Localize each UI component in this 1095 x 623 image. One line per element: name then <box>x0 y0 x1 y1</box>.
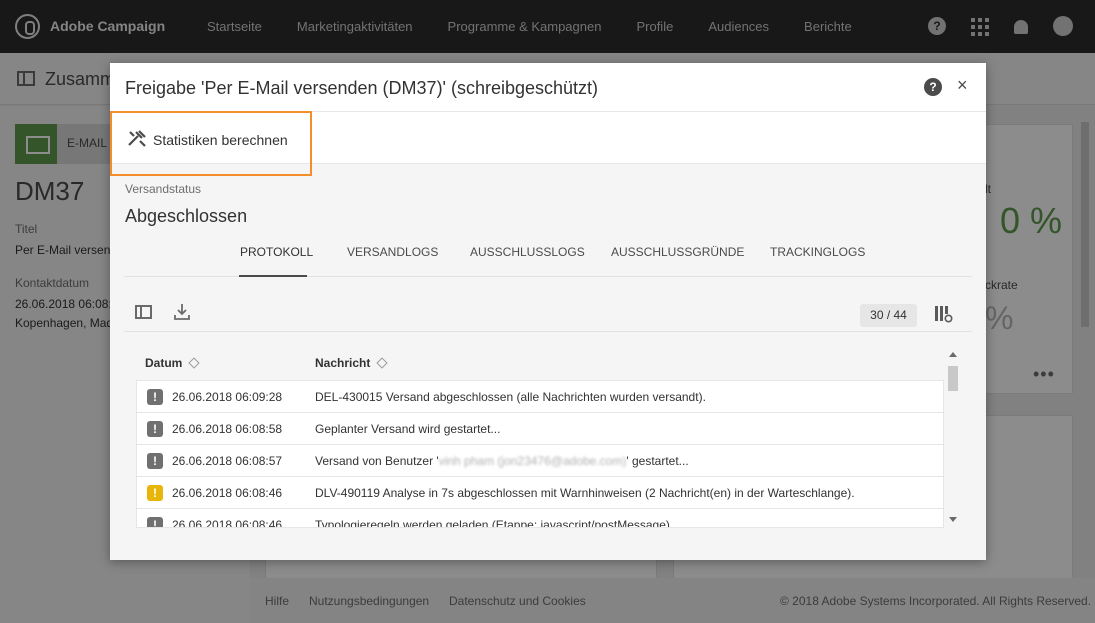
help-icon[interactable]: ? <box>924 78 942 96</box>
table-row[interactable]: ! 26.06.2018 06:09:28 DEL-430015 Versand… <box>137 381 943 413</box>
download-icon[interactable] <box>174 303 190 321</box>
message-suffix: ' gestartet... <box>626 454 689 468</box>
row-date: 26.06.2018 06:08:58 <box>172 422 283 436</box>
list-separator <box>124 331 972 332</box>
row-message: Geplanter Versand wird gestartet... <box>315 422 501 436</box>
tab-protokoll[interactable]: PROTOKOLL <box>240 245 313 259</box>
record-count-badge: 30 / 44 <box>860 304 917 327</box>
table-row[interactable]: ! 26.06.2018 06:08:58 Geplanter Versand … <box>137 413 943 445</box>
info-exclamation-icon: ! <box>147 453 163 469</box>
dialog-title: Freigabe 'Per E-Mail versenden (DM37)' (… <box>125 78 599 98</box>
column-header-message-label: Nachricht <box>315 356 371 370</box>
delivery-status-label: Versandstatus <box>125 182 202 196</box>
tab-ausschlusslogs[interactable]: AUSSCHLUSSLOGS <box>470 245 585 259</box>
column-header-date[interactable]: Datum <box>145 356 201 370</box>
column-header-date-label: Datum <box>145 356 183 370</box>
info-exclamation-icon: ! <box>147 421 163 437</box>
message-prefix: Versand von Benutzer ' <box>315 454 439 468</box>
dialog-header: Freigabe 'Per E-Mail versenden (DM37)' (… <box>110 63 986 112</box>
table-row[interactable]: ! 26.06.2018 06:08:46 DLV-490119 Analyse… <box>137 477 943 509</box>
redacted-user: vinh pham (jon23476@adobe.com) <box>438 454 627 468</box>
scroll-thumb[interactable] <box>948 366 958 391</box>
row-date: 26.06.2018 06:08:46 <box>172 486 283 500</box>
scroll-up-icon[interactable] <box>949 352 957 357</box>
row-message: Versand von Benutzer 'vinh pham (jon2347… <box>315 454 689 468</box>
scroll-down-icon[interactable] <box>949 517 957 522</box>
sort-icon <box>188 357 201 369</box>
close-icon[interactable]: × <box>957 75 968 96</box>
column-header-message[interactable]: Nachricht <box>315 356 389 370</box>
column-settings-icon[interactable] <box>934 305 953 323</box>
info-exclamation-icon: ! <box>147 517 163 527</box>
layout-toggle-icon[interactable] <box>135 305 152 319</box>
active-tab-indicator <box>239 275 307 277</box>
approval-dialog: Freigabe 'Per E-Mail versenden (DM37)' (… <box>110 63 986 560</box>
table-row[interactable]: ! 26.06.2018 06:08:46 Typologieregeln we… <box>137 509 943 528</box>
compute-statistics-button[interactable]: Statistiken berechnen <box>110 111 312 176</box>
warning-exclamation-icon: ! <box>147 485 163 501</box>
sort-icon <box>376 357 389 369</box>
row-date: 26.06.2018 06:08:46 <box>172 518 283 528</box>
table-scrollbar[interactable] <box>946 350 960 527</box>
tab-ausschlussgruende[interactable]: AUSSCHLUSSGRÜNDE <box>611 245 744 259</box>
compute-tools-icon <box>128 130 146 147</box>
log-table: ! 26.06.2018 06:09:28 DEL-430015 Versand… <box>136 380 944 528</box>
tab-trackinglogs[interactable]: TRACKINGLOGS <box>770 245 865 259</box>
row-message: DEL-430015 Versand abgeschlossen (alle N… <box>315 390 706 404</box>
table-row[interactable]: ! 26.06.2018 06:08:57 Versand von Benutz… <box>137 445 943 477</box>
compute-statistics-label: Statistiken berechnen <box>153 132 288 148</box>
row-date: 26.06.2018 06:09:28 <box>172 390 283 404</box>
row-message: Typologieregeln werden geladen (Etappe: … <box>315 518 680 528</box>
row-date: 26.06.2018 06:08:57 <box>172 454 283 468</box>
log-tabs: PROTOKOLL VERSANDLOGS AUSSCHLUSSLOGS AUS… <box>124 235 972 277</box>
tab-versandlogs[interactable]: VERSANDLOGS <box>347 245 438 259</box>
dialog-toolbar: Statistiken berechnen <box>110 111 986 176</box>
info-exclamation-icon: ! <box>147 389 163 405</box>
delivery-status-value: Abgeschlossen <box>125 206 248 226</box>
row-message: DLV-490119 Analyse in 7s abgeschlossen m… <box>315 486 855 500</box>
